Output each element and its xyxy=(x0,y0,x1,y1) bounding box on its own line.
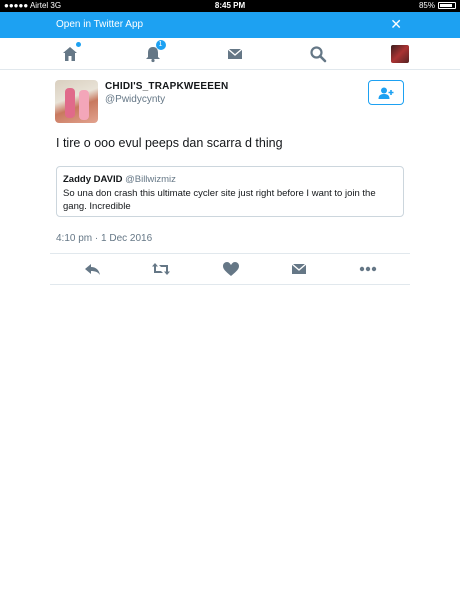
profile-avatar[interactable] xyxy=(391,44,409,63)
clock: 8:45 PM xyxy=(214,1,246,10)
close-icon[interactable]: ✕ xyxy=(390,16,402,33)
direct-message-icon[interactable] xyxy=(289,261,309,277)
author-avatar[interactable] xyxy=(55,80,98,123)
battery-percent: 85% xyxy=(418,1,435,10)
quoted-tweet-text: So una don crash this ultimate cycler si… xyxy=(63,188,376,212)
tweet-author-row: CHIDI'S_TRAPKWEEEEN @Pwidycynty xyxy=(50,80,410,124)
author-handle[interactable]: @Pwidycynty xyxy=(105,94,165,105)
messages-icon[interactable] xyxy=(226,45,244,63)
tweet-actions xyxy=(50,253,410,285)
notifications-badge: 1 xyxy=(155,39,166,50)
tweet-timestamp[interactable]: 4:10 pm · 1 Dec 2016 xyxy=(56,233,152,244)
more-options-icon[interactable] xyxy=(358,261,378,277)
author-name[interactable]: CHIDI'S_TRAPKWEEEEN xyxy=(105,81,228,92)
new-content-dot xyxy=(76,41,81,47)
reply-icon[interactable] xyxy=(83,261,103,277)
search-icon[interactable] xyxy=(309,45,327,63)
battery-icon xyxy=(438,2,456,9)
quoted-author-handle: @Billwizmiz xyxy=(125,174,176,185)
follow-button[interactable] xyxy=(368,80,404,105)
tweet: CHIDI'S_TRAPKWEEEEN @Pwidycynty I tire o… xyxy=(50,80,410,285)
status-bar: ●●●●● Airtel 3G 8:45 PM 85% xyxy=(0,0,460,12)
tweet-text: I tire o ooo evul peeps dan scarra d thi… xyxy=(56,136,283,150)
battery-status: 85% xyxy=(419,1,456,10)
add-user-icon xyxy=(378,87,394,99)
like-icon[interactable] xyxy=(221,261,241,277)
notifications-icon[interactable]: 1 xyxy=(144,39,166,63)
home-icon[interactable] xyxy=(61,41,81,63)
nav-bar: 1 xyxy=(0,38,460,70)
open-in-app-banner[interactable]: Open in Twitter App ✕ xyxy=(0,12,460,38)
quoted-tweet[interactable]: Zaddy DAVID @Billwizmiz So una don crash… xyxy=(56,166,404,217)
retweet-icon[interactable] xyxy=(151,261,171,277)
quoted-author-name: Zaddy DAVID xyxy=(63,174,123,185)
open-in-app-label[interactable]: Open in Twitter App xyxy=(56,19,143,30)
